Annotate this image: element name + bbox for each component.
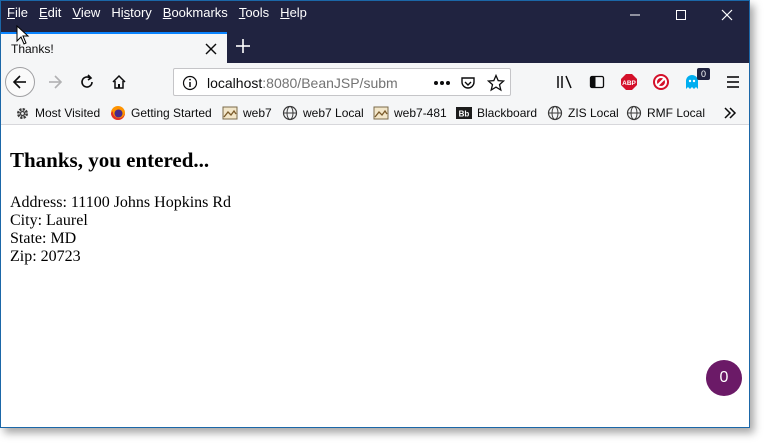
home-button[interactable] xyxy=(105,68,133,96)
globe-icon xyxy=(626,105,642,121)
sidebar-icon xyxy=(589,75,605,89)
browser-window: File Edit View History Bookmarks Tools H… xyxy=(0,0,750,428)
plus-icon xyxy=(236,39,250,53)
bookmark-web7[interactable]: web7 xyxy=(222,104,272,122)
adblock-button[interactable]: ABP xyxy=(615,68,643,96)
title-bar: File Edit View History Bookmarks Tools H… xyxy=(1,1,749,28)
star-icon[interactable] xyxy=(486,73,506,93)
url-text[interactable]: localhost:8080/BeanJSP/submit xyxy=(207,75,397,91)
close-window-button[interactable] xyxy=(704,1,749,28)
address-line: Address: 11100 Johns Hopkins Rd xyxy=(10,194,232,211)
minimize-icon xyxy=(630,14,640,15)
bookmark-label: Getting Started xyxy=(131,106,212,120)
bookmarks-toolbar: Most Visited Getting Started web7 web7 L… xyxy=(1,101,749,125)
url-host: localhost xyxy=(207,75,263,91)
globe-icon xyxy=(282,105,298,121)
url-path: :8080/BeanJSP/submit xyxy=(262,75,397,91)
close-icon xyxy=(721,9,733,20)
page-heading: Thanks, you entered... xyxy=(10,148,210,172)
bookmark-label: ZIS Local xyxy=(568,106,619,120)
image-icon xyxy=(222,105,238,121)
back-button[interactable] xyxy=(5,67,35,97)
bookmark-most-visited[interactable]: Most Visited xyxy=(14,104,100,122)
maximize-button[interactable] xyxy=(658,1,704,28)
addon-badge: 0 xyxy=(697,68,710,80)
floating-count-button[interactable]: 0 xyxy=(706,360,742,396)
page-actions-icon[interactable] xyxy=(432,73,452,93)
reload-icon xyxy=(81,74,93,88)
menu-bar: File Edit View History Bookmarks Tools H… xyxy=(7,5,318,20)
svg-text:Bb: Bb xyxy=(459,110,470,119)
block-icon xyxy=(653,74,669,90)
arrow-right-icon xyxy=(49,75,63,89)
chevron-double-right-icon xyxy=(724,107,737,119)
svg-text:ABP: ABP xyxy=(622,80,636,87)
bookmark-zis-local[interactable]: ZIS Local xyxy=(547,104,619,122)
library-icon xyxy=(557,75,572,89)
state-line: State: MD xyxy=(10,230,77,247)
bookmark-blackboard[interactable]: Bb Blackboard xyxy=(456,104,537,122)
zip-line: Zip: 20723 xyxy=(10,248,81,265)
mouse-cursor-icon xyxy=(16,25,30,45)
navigation-toolbar: localhost:8080/BeanJSP/submit ABP 0 xyxy=(1,63,749,101)
menu-help[interactable]: Help xyxy=(280,5,307,20)
menu-bookmarks[interactable]: Bookmarks xyxy=(163,5,228,20)
city-line: City: Laurel xyxy=(10,212,88,229)
globe-icon xyxy=(547,105,563,121)
tab-strip: Thanks! xyxy=(1,28,749,63)
reload-button[interactable] xyxy=(73,68,101,96)
bookmark-web7-local[interactable]: web7 Local xyxy=(282,104,364,122)
ghostery-button[interactable]: 0 xyxy=(679,68,710,96)
info-icon[interactable] xyxy=(180,73,200,93)
bookmark-label: web7 xyxy=(243,106,272,120)
library-button[interactable] xyxy=(551,68,579,96)
minimize-button[interactable] xyxy=(612,1,658,28)
bookmark-rmf-local[interactable]: RMF Local xyxy=(626,104,705,122)
url-bar[interactable]: localhost:8080/BeanJSP/submit xyxy=(173,68,511,96)
bookmark-label: RMF Local xyxy=(647,106,706,120)
bookmark-label: Most Visited xyxy=(35,106,101,120)
bookmark-label: Blackboard xyxy=(477,106,538,120)
adblock-icon: ABP xyxy=(621,74,637,90)
maximize-icon xyxy=(676,9,686,20)
new-tab-button[interactable] xyxy=(233,36,253,56)
blocker-button[interactable] xyxy=(647,68,675,96)
tab-close-button[interactable] xyxy=(203,41,219,57)
home-icon xyxy=(112,74,126,89)
menu-file[interactable]: File xyxy=(7,5,28,20)
entered-values: Address: 11100 Johns Hopkins Rd City: La… xyxy=(10,194,231,266)
forward-button[interactable] xyxy=(41,68,69,96)
bookmark-getting-started[interactable]: Getting Started xyxy=(110,104,212,122)
arrow-left-icon xyxy=(12,75,26,89)
image-icon xyxy=(373,105,389,121)
menu-history[interactable]: History xyxy=(111,5,151,20)
bookmark-web7-481[interactable]: web7-481 xyxy=(373,104,447,122)
sidebar-button[interactable] xyxy=(583,68,611,96)
page-content: Thanks, you entered... Address: 11100 Jo… xyxy=(1,125,749,427)
tab-thanks[interactable]: Thanks! xyxy=(1,32,227,63)
bookmarks-overflow-button[interactable] xyxy=(723,104,737,122)
hamburger-icon xyxy=(727,76,739,88)
open-menu-button[interactable] xyxy=(719,68,747,96)
bookmark-label: web7 Local xyxy=(303,106,364,120)
menu-edit[interactable]: Edit xyxy=(39,5,61,20)
close-icon xyxy=(205,43,217,55)
menu-tools[interactable]: Tools xyxy=(239,5,269,20)
gear-icon xyxy=(14,105,30,121)
firefox-icon xyxy=(110,105,126,121)
pocket-icon[interactable] xyxy=(458,73,478,93)
blackboard-icon: Bb xyxy=(456,105,472,121)
bookmark-label: web7-481 xyxy=(394,106,447,120)
menu-view[interactable]: View xyxy=(72,5,100,20)
